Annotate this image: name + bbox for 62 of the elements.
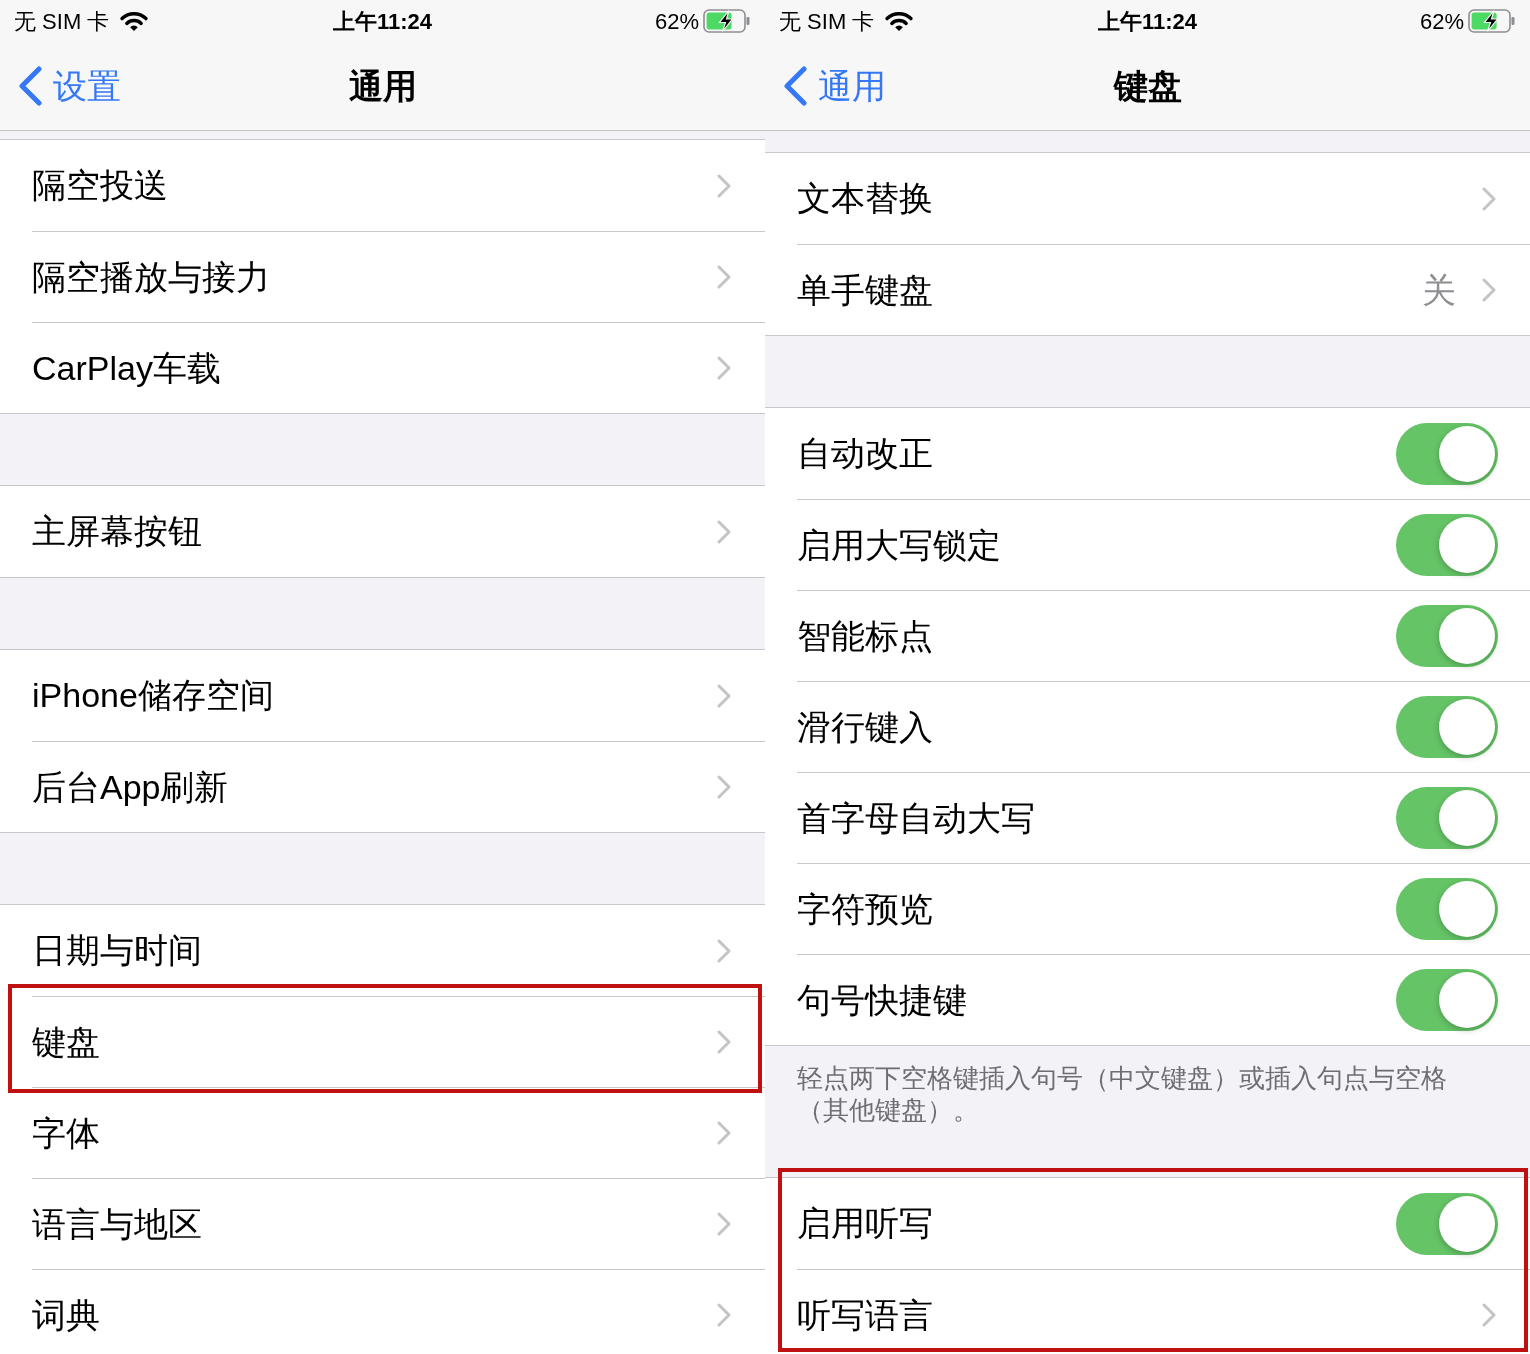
chevron-icon bbox=[717, 775, 731, 799]
row-label: 智能标点 bbox=[797, 615, 934, 657]
back-button[interactable]: 通用 bbox=[765, 60, 886, 112]
settings-row[interactable]: 主屏幕按钮 bbox=[0, 486, 765, 577]
footer-note: 轻点两下空格键插入句号（中文键盘）或插入句点与空格（其他键盘）。 bbox=[796, 1062, 1448, 1127]
chevron-icon bbox=[717, 356, 731, 380]
settings-row[interactable]: 日期与时间 bbox=[0, 905, 765, 996]
row-label: 字符预览 bbox=[797, 888, 934, 930]
chevron-icon bbox=[717, 265, 731, 289]
chevron-icon bbox=[717, 1030, 731, 1054]
chevron-icon bbox=[717, 1121, 731, 1145]
battery-percent: 62% bbox=[1419, 7, 1464, 36]
nav-title: 键盘 bbox=[1113, 65, 1182, 107]
settings-row[interactable]: 后台App刷新 bbox=[0, 741, 765, 832]
toggle-switch[interactable] bbox=[1396, 605, 1498, 667]
chevron-icon bbox=[717, 519, 731, 544]
chevron-icon bbox=[717, 173, 731, 198]
row-label: 启用听写 bbox=[797, 1203, 934, 1244]
clock-label: 上午11:24 bbox=[332, 7, 433, 36]
toggle-switch[interactable] bbox=[1396, 878, 1498, 940]
nav-title: 通用 bbox=[348, 65, 417, 107]
back-chevron-icon bbox=[18, 66, 43, 106]
settings-row[interactable]: 听写语言 bbox=[765, 1269, 1530, 1354]
settings-row[interactable]: 隔空投送 bbox=[0, 140, 765, 231]
clock-label: 上午11:24 bbox=[1097, 7, 1198, 36]
row-label: 句号快捷键 bbox=[797, 979, 968, 1021]
chevron-icon bbox=[717, 1303, 731, 1327]
settings-row[interactable]: CarPlay车载 bbox=[0, 322, 765, 413]
settings-row[interactable]: 文本替换 bbox=[765, 153, 1530, 244]
settings-row[interactable]: 语言与地区 bbox=[0, 1178, 765, 1269]
wifi-icon bbox=[119, 10, 150, 32]
settings-row[interactable]: 单手键盘 关 bbox=[765, 244, 1530, 335]
toggle-switch[interactable] bbox=[1396, 969, 1498, 1031]
settings-row[interactable]: 键盘 bbox=[0, 996, 765, 1087]
chevron-icon bbox=[717, 1212, 731, 1236]
row-label: 首字母自动大写 bbox=[797, 797, 1036, 839]
settings-row[interactable]: 字体 bbox=[0, 1087, 765, 1178]
chevron-icon bbox=[717, 683, 731, 708]
chevron-icon bbox=[1482, 186, 1496, 211]
battery-icon bbox=[703, 9, 751, 33]
toggle-switch[interactable] bbox=[1396, 514, 1498, 576]
row-label: 自动改正 bbox=[797, 433, 934, 474]
toggle-switch[interactable] bbox=[1396, 1192, 1498, 1255]
carrier-label: 无 SIM 卡 bbox=[779, 7, 875, 36]
toggle-switch[interactable] bbox=[1396, 787, 1498, 849]
toggle-switch[interactable] bbox=[1396, 422, 1498, 485]
settings-row[interactable]: iPhone储存空间 bbox=[0, 650, 765, 741]
carrier-label: 无 SIM 卡 bbox=[14, 7, 110, 36]
wifi-icon bbox=[884, 10, 915, 32]
back-chevron-icon bbox=[783, 66, 808, 106]
row-label: 滑行键入 bbox=[797, 706, 934, 748]
back-button[interactable]: 设置 bbox=[0, 60, 121, 112]
chevron-icon bbox=[1482, 278, 1496, 302]
chevron-icon bbox=[717, 938, 731, 963]
settings-row[interactable]: 隔空播放与接力 bbox=[0, 231, 765, 322]
settings-row[interactable]: 词典 bbox=[0, 1269, 765, 1354]
chevron-icon bbox=[1482, 1303, 1496, 1327]
battery-icon bbox=[1468, 9, 1516, 33]
toggle-switch[interactable] bbox=[1396, 696, 1498, 758]
row-value: 关 bbox=[1422, 269, 1456, 311]
battery-percent: 62% bbox=[654, 7, 699, 36]
row-label: 启用大写锁定 bbox=[797, 524, 1002, 566]
